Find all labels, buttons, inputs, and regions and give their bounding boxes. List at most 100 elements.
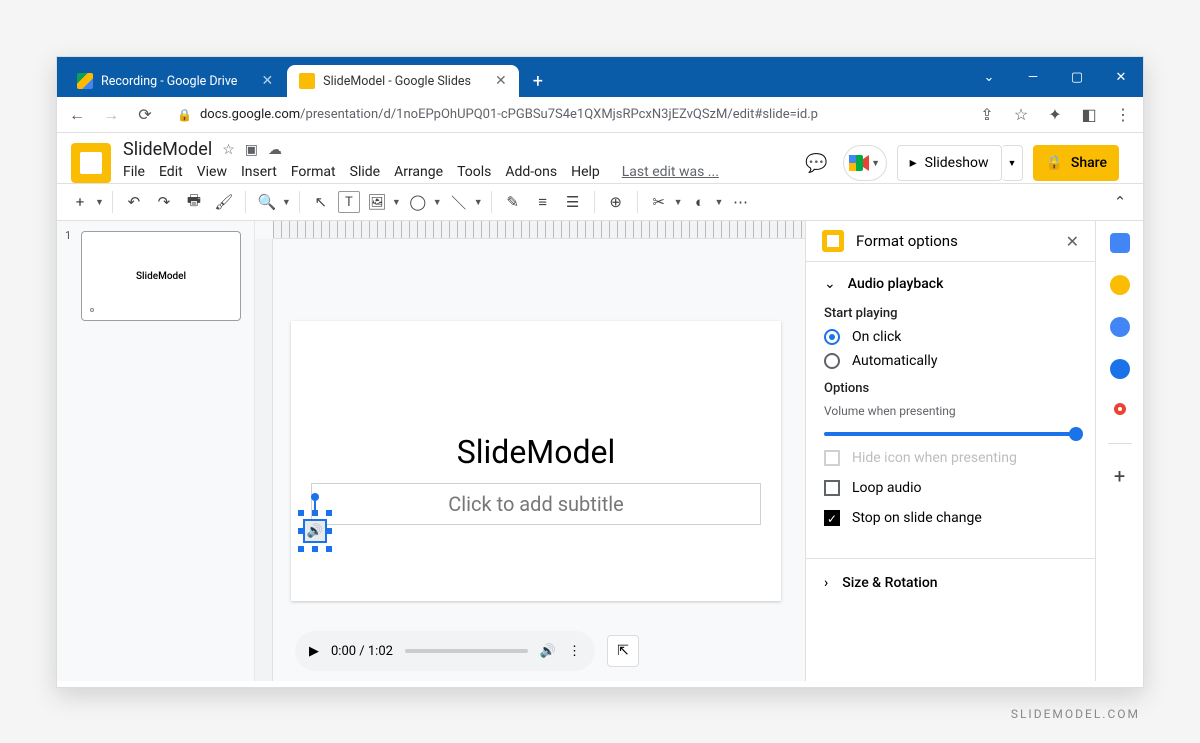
mask-button[interactable]: ◐ bbox=[687, 189, 713, 215]
cloud-icon[interactable]: ☁ bbox=[268, 142, 282, 158]
menu-view[interactable]: View bbox=[197, 164, 227, 180]
minimize-button[interactable]: — bbox=[1011, 57, 1055, 97]
comment-button[interactable]: ⊕ bbox=[603, 189, 629, 215]
menu-arrange[interactable]: Arrange bbox=[394, 164, 443, 180]
maximize-button[interactable]: ▢ bbox=[1055, 57, 1099, 97]
popout-button[interactable]: ⇱ bbox=[607, 635, 639, 667]
rotate-handle[interactable] bbox=[311, 493, 319, 501]
contacts-icon[interactable] bbox=[1110, 359, 1130, 379]
new-slide-button[interactable]: + bbox=[67, 189, 93, 215]
checkbox-stop-on-change[interactable]: Stop on slide change bbox=[824, 510, 1077, 526]
slide-title[interactable]: SlideModel bbox=[291, 433, 781, 471]
resize-handle[interactable] bbox=[298, 528, 304, 534]
audio-indicator-icon bbox=[90, 308, 94, 312]
drive-favicon-icon bbox=[77, 73, 93, 89]
volume-slider[interactable] bbox=[824, 432, 1077, 436]
tab-label: Recording - Google Drive bbox=[101, 74, 237, 89]
move-icon[interactable]: ▣ bbox=[245, 142, 258, 158]
slide-subtitle-placeholder[interactable]: Click to add subtitle bbox=[311, 483, 761, 525]
redo-button[interactable]: ↷ bbox=[151, 189, 177, 215]
resize-handle[interactable] bbox=[312, 546, 318, 552]
share-button[interactable]: 🔒 Share bbox=[1033, 145, 1119, 181]
play-icon: ▸ bbox=[910, 155, 917, 171]
fill-color-button[interactable]: ✎ bbox=[500, 189, 526, 215]
paint-format-button[interactable]: 🖌 bbox=[211, 189, 237, 215]
radio-onclick[interactable]: On click bbox=[824, 329, 1077, 345]
zoom-button[interactable]: 🔍 bbox=[254, 189, 280, 215]
back-button[interactable]: ← bbox=[65, 103, 89, 127]
image-tool[interactable]: 🖼 bbox=[364, 189, 390, 215]
menu-tools[interactable]: Tools bbox=[457, 164, 491, 180]
resize-handle[interactable] bbox=[326, 528, 332, 534]
menu-insert[interactable]: Insert bbox=[241, 164, 277, 180]
extensions-icon[interactable]: ✦ bbox=[1043, 103, 1067, 127]
forward-button[interactable]: → bbox=[99, 103, 123, 127]
bookmark-icon[interactable]: ☆ bbox=[1009, 103, 1033, 127]
checkbox-loop-audio[interactable]: Loop audio bbox=[824, 480, 1077, 496]
resize-handle[interactable] bbox=[298, 546, 304, 552]
menu-help[interactable]: Help bbox=[571, 164, 600, 180]
menu-format[interactable]: Format bbox=[291, 164, 336, 180]
share-icon[interactable]: ⇪ bbox=[975, 103, 999, 127]
url-input[interactable]: 🔒 docs.google.com/presentation/d/1noEPpO… bbox=[167, 101, 965, 129]
more-button[interactable]: ⋯ bbox=[727, 189, 753, 215]
slide-canvas[interactable]: SlideModel Click to add subtitle 🔊 bbox=[291, 321, 781, 601]
tasks-icon[interactable] bbox=[1110, 317, 1130, 337]
slider-knob[interactable] bbox=[1069, 427, 1083, 441]
menu-icon[interactable]: ⋮ bbox=[1111, 103, 1135, 127]
meet-button[interactable]: ▼ bbox=[843, 145, 887, 181]
slideshow-button[interactable]: ▸ Slideshow bbox=[897, 145, 1002, 181]
add-addons-button[interactable]: + bbox=[1110, 466, 1130, 486]
tab-slides[interactable]: SlideModel - Google Slides ✕ bbox=[287, 65, 519, 97]
textbox-tool[interactable]: T bbox=[338, 191, 360, 213]
slideshow-dropdown[interactable]: ▼ bbox=[1002, 145, 1024, 181]
maps-icon[interactable] bbox=[1110, 401, 1130, 421]
undo-button[interactable]: ↶ bbox=[121, 189, 147, 215]
thumb-preview: SlideModel bbox=[81, 231, 241, 321]
menu-file[interactable]: File bbox=[123, 164, 145, 180]
menu-addons[interactable]: Add-ons bbox=[505, 164, 557, 180]
resize-handle[interactable] bbox=[326, 546, 332, 552]
close-panel-button[interactable]: ✕ bbox=[1066, 232, 1079, 251]
align-button[interactable]: ≡ bbox=[530, 189, 556, 215]
resize-handle[interactable] bbox=[326, 510, 332, 516]
sidepanel-icon[interactable]: ◧ bbox=[1077, 103, 1101, 127]
print-button[interactable]: 🖶 bbox=[181, 189, 207, 215]
reload-button[interactable]: ⟳ bbox=[133, 103, 157, 127]
close-icon[interactable]: ✕ bbox=[261, 73, 273, 89]
calendar-icon[interactable] bbox=[1110, 233, 1130, 253]
audio-object[interactable]: 🔊 bbox=[303, 519, 327, 543]
keep-icon[interactable] bbox=[1110, 275, 1130, 295]
close-window-button[interactable]: ✕ bbox=[1099, 57, 1143, 97]
player-menu[interactable]: ⋮ bbox=[568, 644, 581, 659]
linespacing-button[interactable]: ☰ bbox=[560, 189, 586, 215]
canvas-area[interactable]: SlideModel Click to add subtitle 🔊 ▶ 0:0… bbox=[255, 221, 805, 681]
document-title[interactable]: SlideModel bbox=[123, 139, 212, 160]
play-button[interactable]: ▶ bbox=[309, 644, 319, 659]
resize-handle[interactable] bbox=[312, 510, 318, 516]
line-tool[interactable]: ＼ bbox=[446, 189, 472, 215]
radio-automatically[interactable]: Automatically bbox=[824, 353, 1077, 369]
tab-drive[interactable]: Recording - Google Drive ✕ bbox=[65, 65, 285, 97]
menu-slide[interactable]: Slide bbox=[350, 164, 380, 180]
player-seek[interactable] bbox=[405, 649, 528, 653]
menu-edit[interactable]: Edit bbox=[159, 164, 183, 180]
slide-thumbnails: 1 SlideModel bbox=[57, 221, 255, 681]
volume-button[interactable]: 🔊 bbox=[540, 644, 556, 659]
tabsearch-icon[interactable]: ⌄ bbox=[967, 57, 1011, 97]
slide-thumb-1[interactable]: 1 SlideModel bbox=[69, 231, 242, 321]
new-tab-button[interactable]: + bbox=[521, 65, 555, 97]
close-icon[interactable]: ✕ bbox=[495, 73, 507, 89]
crop-button[interactable]: ✂ bbox=[646, 189, 672, 215]
section-toggle[interactable]: ⌄ Audio playback bbox=[824, 276, 1077, 292]
resize-handle[interactable] bbox=[298, 510, 304, 516]
comments-button[interactable]: 💬 bbox=[801, 147, 833, 179]
last-edit-link[interactable]: Last edit was ... bbox=[622, 164, 719, 180]
size-rotation-section[interactable]: › Size & Rotation bbox=[806, 558, 1095, 607]
watermark: SLIDEMODEL.COM bbox=[1011, 707, 1140, 721]
star-icon[interactable]: ☆ bbox=[222, 142, 235, 158]
shape-tool[interactable]: ◯ bbox=[405, 189, 431, 215]
slides-logo-icon[interactable] bbox=[71, 143, 111, 183]
collapse-toolbar-button[interactable]: ⌃ bbox=[1107, 189, 1133, 215]
select-tool[interactable]: ↖ bbox=[308, 189, 334, 215]
